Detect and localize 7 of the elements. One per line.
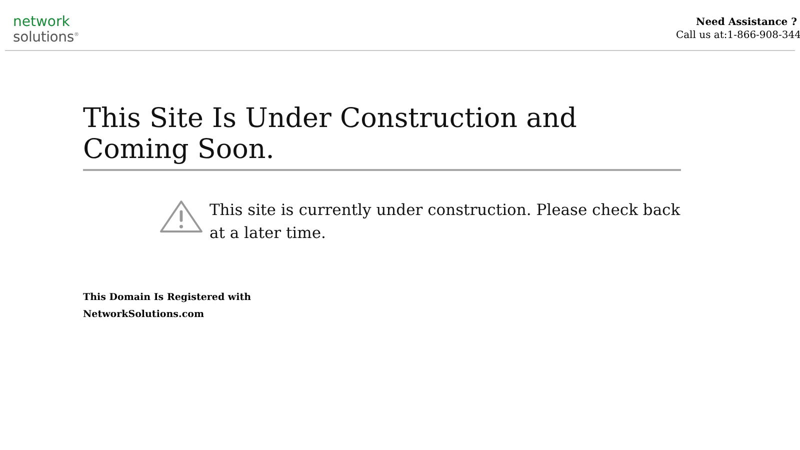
logo[interactable]: network solutions$^{®}$	[13, 16, 79, 45]
registration-text: NetworkSolutions.com	[83, 308, 205, 322]
warning-icon	[159, 199, 204, 235]
page-heading: This Site Is Under Construction and Coming Soon.	[83, 103, 578, 165]
notice-text: This site is currently under construction. Please check back at a later time.	[209, 200, 682, 244]
assistance-title: Need Assistance ?	[696, 16, 797, 29]
registration-text: This Domain Is Registered with	[83, 291, 252, 305]
